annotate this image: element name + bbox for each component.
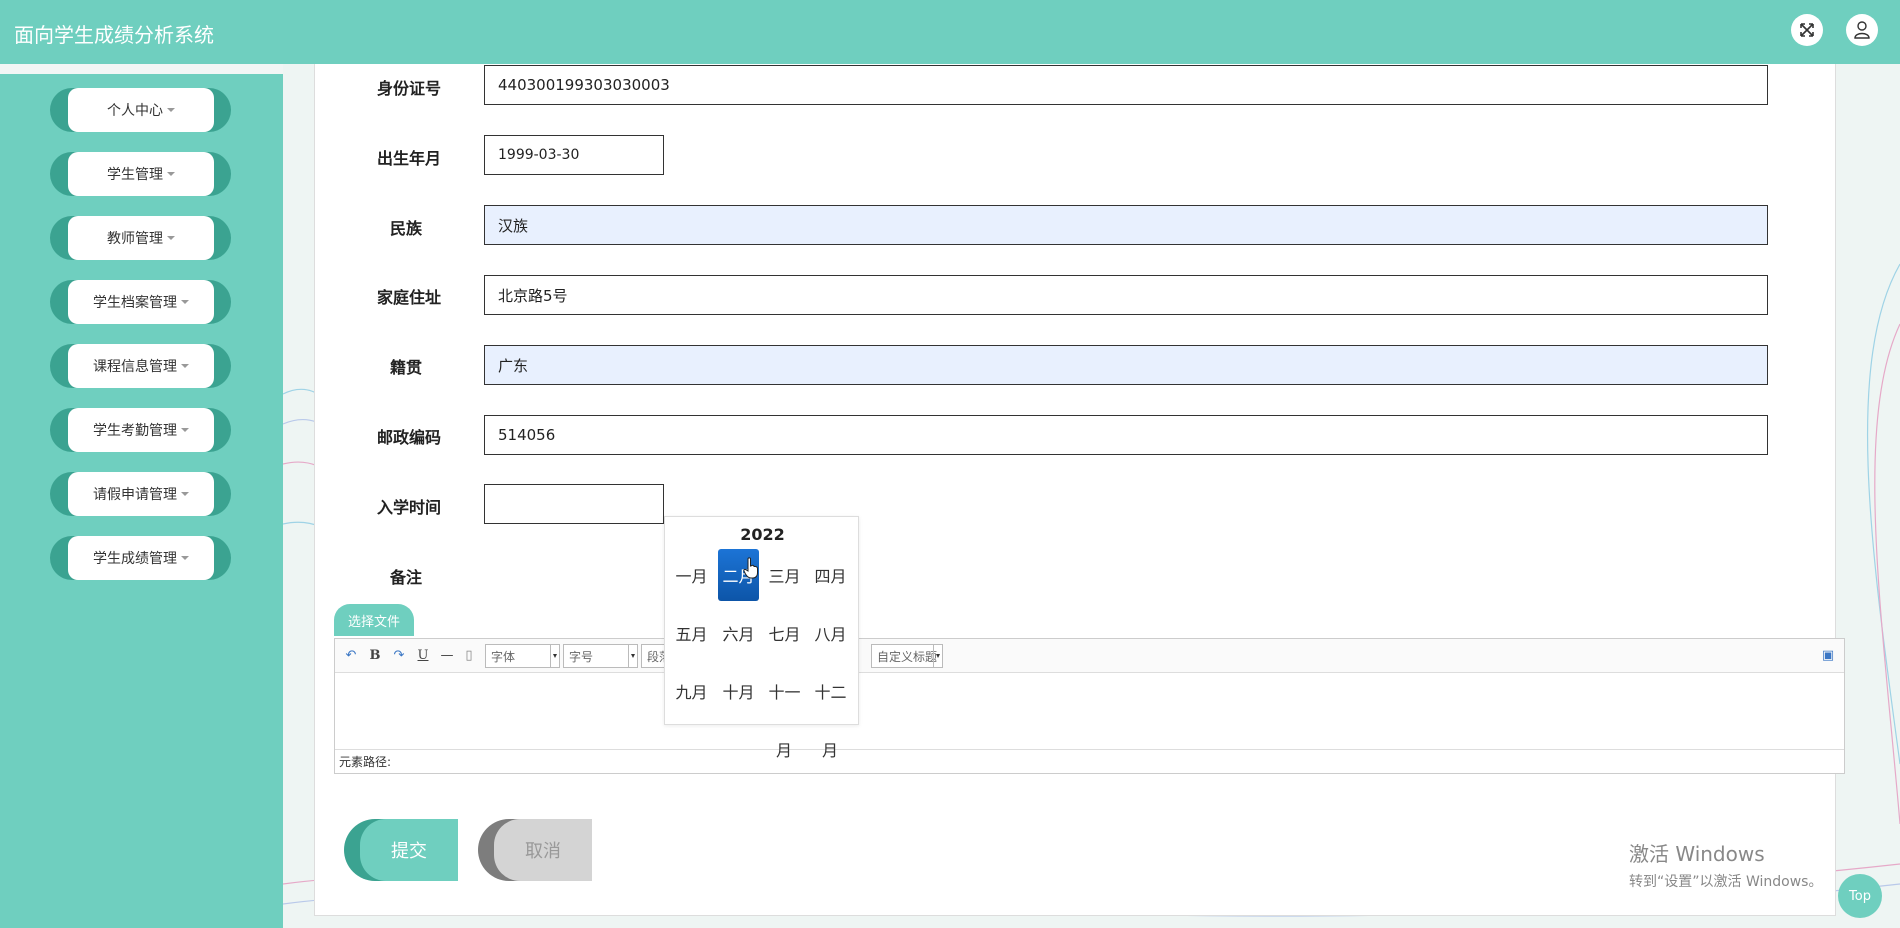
address-label: 家庭住址 [376,288,441,307]
sidebar-item-attendance[interactable]: 学生考勤管理 [50,408,231,452]
month-picker-overflow-text: 月 [776,741,793,760]
caret-down-icon [181,364,189,368]
app-header: 面向学生成绩分析系统 [0,0,1900,64]
caret-down-icon [167,108,175,112]
editor-toolbar: ↶ B ↷ U — ▯ 字体 字号 段落 自定义标题 ▣ [335,639,1844,673]
native-place-label: 籍贯 [389,358,422,377]
caret-down-icon [181,556,189,560]
ethnicity-label: 民族 [389,219,422,238]
custom-title-select[interactable]: 自定义标题 [871,644,943,668]
undo-icon[interactable]: ↶ [343,647,359,663]
font-size-select[interactable]: 字号 [563,644,638,668]
font-family-select[interactable]: 字体 [485,644,560,668]
document-icon[interactable]: ▯ [461,647,477,663]
bold-icon[interactable]: B [367,647,383,663]
address-input[interactable]: 北京路5号 [484,275,1768,315]
sidebar-item-label: 教师管理 [107,231,163,247]
horizontal-rule-icon[interactable]: — [439,647,455,663]
caret-down-icon [167,172,175,176]
sidebar: 个人中心 学生管理 教师管理 学生档案管理 课程信息管理 学生考勤管理 请假申请… [0,74,283,928]
sidebar-item-label: 学生考勤管理 [93,423,177,439]
month-option[interactable]: 三月 [764,549,805,601]
month-option[interactable]: 一月 [671,549,712,601]
month-picker: 2022 一月 二月 三月 四月 五月 六月 七月 八月 九月 十月 十一 十二 [664,516,859,725]
app-title: 面向学生成绩分析系统 [14,23,214,47]
native-place-input[interactable]: 广东 [484,345,1768,385]
choose-file-button[interactable]: 选择文件 [334,604,414,636]
rich-text-editor: ↶ B ↷ U — ▯ 字体 字号 段落 自定义标题 ▣ 元素路径: [334,638,1845,774]
user-icon [1854,21,1870,39]
form-panel: 身份证号 440300199303030003 出生年月 1999-03-30 … [314,64,1845,916]
sidebar-item-grades[interactable]: 学生成绩管理 [50,536,231,580]
sidebar-item-label: 个人中心 [107,103,163,119]
postal-code-label: 邮政编码 [376,428,441,447]
remark-label: 备注 [389,568,422,587]
caret-down-icon [181,492,189,496]
month-option[interactable]: 十一 [764,665,805,717]
submit-button[interactable]: 提交 [344,819,458,881]
editor-content-area[interactable] [335,673,1844,751]
source-view-icon[interactable]: ▣ [1820,647,1836,663]
sidebar-item-students[interactable]: 学生管理 [50,152,231,196]
sidebar-item-courses[interactable]: 课程信息管理 [50,344,231,388]
month-picker-year[interactable]: 2022 [665,525,860,544]
month-option[interactable]: 五月 [671,607,712,659]
redo-icon[interactable]: ↷ [391,647,407,663]
hand-cursor-icon [743,557,758,579]
month-picker-overflow-text: 月 [822,741,839,760]
month-option[interactable]: 九月 [671,665,712,717]
month-option[interactable]: 十月 [718,665,759,717]
ethnicity-input[interactable]: 汉族 [484,205,1768,245]
birth-date-input[interactable]: 1999-03-30 [484,135,664,175]
sidebar-item-leave-requests[interactable]: 请假申请管理 [50,472,231,516]
back-to-top-button[interactable]: Top [1838,874,1882,918]
enroll-time-input[interactable] [484,484,664,524]
id-number-input[interactable]: 440300199303030003 [484,65,1768,105]
sidebar-item-label: 请假申请管理 [93,487,177,503]
sidebar-item-label: 课程信息管理 [93,359,177,375]
user-menu-button[interactable] [1846,14,1878,46]
fullscreen-button[interactable] [1791,14,1823,46]
id-number-label: 身份证号 [376,79,441,98]
sidebar-item-label: 学生成绩管理 [93,551,177,567]
cancel-button[interactable]: 取消 [478,819,592,881]
month-option[interactable]: 八月 [810,607,851,659]
caret-down-icon [181,300,189,304]
sidebar-item-personal-center[interactable]: 个人中心 [50,88,231,132]
expand-icon [1800,23,1814,37]
month-option[interactable]: 四月 [810,549,851,601]
sidebar-item-student-archives[interactable]: 学生档案管理 [50,280,231,324]
sidebar-item-label: 学生档案管理 [93,295,177,311]
element-path-bar: 元素路径: [335,749,1844,773]
birth-date-label: 出生年月 [376,149,441,168]
caret-down-icon [181,428,189,432]
postal-code-input[interactable]: 514056 [484,415,1768,455]
sidebar-item-teachers[interactable]: 教师管理 [50,216,231,260]
month-option[interactable]: 十二 [810,665,851,717]
month-option[interactable]: 六月 [718,607,759,659]
underline-icon[interactable]: U [415,647,431,663]
enroll-time-label: 入学时间 [376,498,441,517]
caret-down-icon [167,236,175,240]
sidebar-item-label: 学生管理 [107,167,163,183]
month-option[interactable]: 七月 [764,607,805,659]
windows-activation-watermark: 激活 Windows 转到“设置”以激活 Windows。 [1629,842,1823,890]
